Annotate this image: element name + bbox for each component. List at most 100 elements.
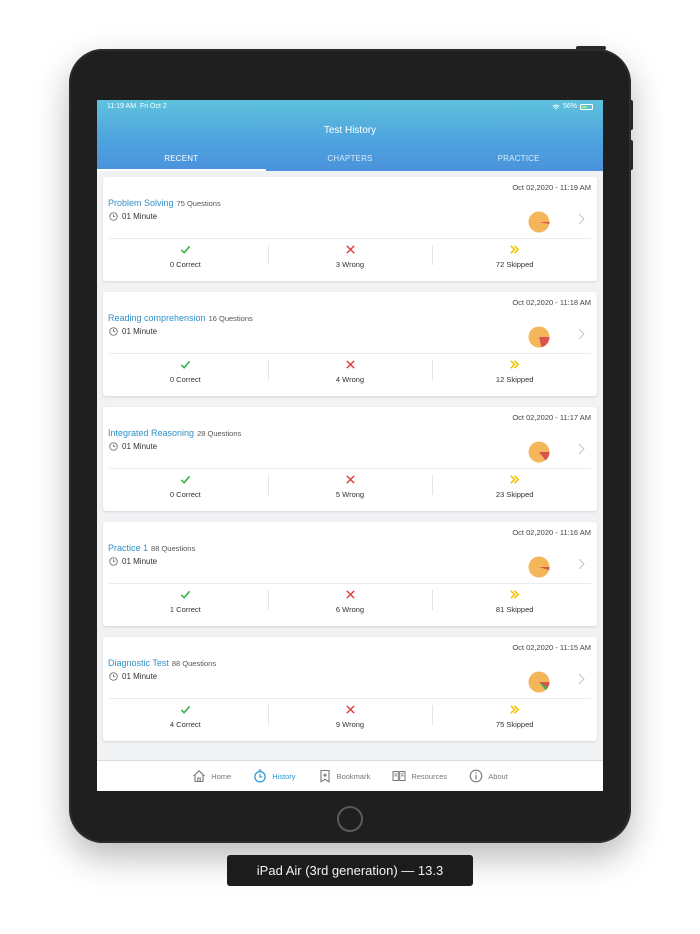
- clock-icon: [109, 327, 118, 336]
- card-duration: 01 Minute: [109, 442, 157, 451]
- wrong-count: 6 Wrong: [335, 605, 365, 614]
- cross-icon: [345, 245, 355, 254]
- result-stats: 0 Correct 4 Wrong 12 Skipped: [103, 354, 597, 396]
- question-count: 16 Questions: [208, 314, 253, 323]
- tab-practice[interactable]: PRACTICE: [434, 152, 603, 171]
- top-tabs: RECENT CHAPTERS PRACTICE: [97, 152, 603, 171]
- tab-bar-resources-label: Resources: [411, 771, 448, 781]
- history-card[interactable]: Oct 02,2020 - 11:16 AM Practice 1 88 Ques…: [103, 522, 597, 626]
- history-card[interactable]: Oct 02,2020 - 11:17 AM Integrated Reason…: [103, 407, 597, 511]
- battery-percent: 56%: [562, 103, 577, 110]
- correct-count: 1 Correct: [169, 605, 201, 614]
- double-chevron-icon: [510, 360, 520, 369]
- result-pie-chart-icon: [528, 441, 550, 463]
- status-bar-left: 11:19 AM Fri Oct 2: [107, 103, 167, 110]
- card-datetime: Oct 02,2020 - 11:17 AM: [512, 413, 591, 422]
- app-header: 11:19 AM Fri Oct 2 56% Test History RECE…: [97, 100, 603, 171]
- chevron-right-icon[interactable]: [577, 558, 585, 570]
- result-stats: 1 Correct 6 Wrong 81 Skipped: [103, 584, 597, 626]
- status-time: 11:19 AM: [107, 103, 137, 110]
- status-date: Fri Oct 2: [139, 103, 167, 110]
- stat-wrong: 4 Wrong: [267, 354, 433, 396]
- stat-skipped: 12 Skipped: [432, 354, 597, 396]
- card-title-row: Practice 1 88 Questions: [108, 543, 195, 553]
- result-stats: 4 Correct 9 Wrong 75 Skipped: [103, 699, 597, 741]
- card-datetime: Oct 02,2020 - 11:15 AM: [512, 643, 591, 652]
- tab-bar-about[interactable]: About: [469, 761, 508, 791]
- cross-icon: [345, 360, 355, 369]
- stat-wrong: 9 Wrong: [267, 699, 433, 741]
- history-icon: [254, 769, 267, 783]
- wrong-count: 4 Wrong: [335, 375, 365, 384]
- result-stats: 0 Correct 5 Wrong 23 Skipped: [103, 469, 597, 511]
- page-title: Test History: [323, 125, 377, 136]
- card-datetime: Oct 02,2020 - 11:19 AM: [512, 183, 591, 192]
- skipped-count: 12 Skipped: [495, 375, 534, 384]
- wrong-count: 3 Wrong: [335, 260, 365, 269]
- stat-correct: 0 Correct: [103, 354, 268, 396]
- device-caption: iPad Air (3rd generation) — 13.3: [227, 855, 473, 886]
- stat-correct: 0 Correct: [103, 239, 268, 281]
- tab-bar-history-label: History: [272, 771, 296, 781]
- tab-bar-resources[interactable]: Resources: [392, 761, 447, 791]
- stat-wrong: 6 Wrong: [267, 584, 433, 626]
- card-datetime: Oct 02,2020 - 11:18 AM: [512, 298, 591, 307]
- result-pie-chart-icon: [528, 671, 550, 693]
- tab-bar-history[interactable]: History: [253, 761, 296, 791]
- history-card[interactable]: Oct 02,2020 - 11:18 AM Reading comprehen…: [103, 292, 597, 396]
- double-chevron-icon: [510, 245, 520, 254]
- chevron-right-icon[interactable]: [577, 673, 585, 685]
- question-count: 88 Questions: [171, 659, 217, 668]
- home-icon: [193, 770, 206, 783]
- result-pie-chart-icon: [528, 326, 550, 348]
- correct-count: 0 Correct: [169, 260, 201, 269]
- card-title-row: Diagnostic Test 88 Questions: [108, 658, 216, 668]
- wrong-count: 5 Wrong: [335, 490, 365, 499]
- about-icon: [469, 769, 483, 783]
- result-pie-chart-icon: [528, 211, 550, 233]
- result-pie-chart-icon: [528, 556, 550, 578]
- checkmark-icon: [180, 705, 191, 714]
- duration-text: 01 Minute: [122, 212, 158, 221]
- tab-recent[interactable]: RECENT: [97, 152, 266, 171]
- battery-icon: [580, 103, 593, 110]
- card-title-row: Problem Solving 75 Questions: [108, 198, 221, 208]
- clock-icon: [109, 212, 118, 221]
- tab-chapters[interactable]: CHAPTERS: [266, 152, 435, 171]
- clock-icon: [109, 442, 118, 451]
- chevron-right-icon[interactable]: [577, 328, 585, 340]
- double-chevron-icon: [510, 475, 520, 484]
- checkmark-icon: [180, 360, 191, 369]
- correct-count: 0 Correct: [169, 490, 201, 499]
- question-count: 75 Questions: [176, 199, 221, 208]
- tab-bar-home[interactable]: Home: [192, 761, 231, 791]
- chevron-right-icon[interactable]: [577, 443, 585, 455]
- stat-correct: 0 Correct: [103, 469, 268, 511]
- test-name: Practice 1: [108, 543, 149, 553]
- bookmark-icon: [320, 769, 330, 783]
- tab-bar-bookmark-label: Bookmark: [336, 771, 371, 781]
- skipped-count: 75 Skipped: [495, 720, 534, 729]
- stage: 11:19 AM Fri Oct 2 56% Test History RECE…: [0, 0, 700, 934]
- chevron-right-icon[interactable]: [577, 213, 585, 225]
- tab-bar-home-label: Home: [211, 771, 232, 781]
- test-name: Problem Solving: [108, 198, 174, 208]
- status-bar-right: 56%: [552, 103, 593, 110]
- clock-icon: [109, 672, 118, 681]
- double-chevron-icon: [510, 705, 520, 714]
- checkmark-icon: [180, 590, 191, 599]
- tab-bar-bookmark[interactable]: Bookmark: [318, 761, 371, 791]
- cross-icon: [345, 475, 355, 484]
- stat-skipped: 75 Skipped: [432, 699, 597, 741]
- tab-bar-about-label: About: [488, 771, 508, 781]
- card-duration: 01 Minute: [109, 557, 157, 566]
- duration-text: 01 Minute: [122, 442, 158, 451]
- wrong-count: 9 Wrong: [335, 720, 365, 729]
- history-card[interactable]: Oct 02,2020 - 11:19 AM Problem Solving 75…: [103, 177, 597, 281]
- stat-wrong: 5 Wrong: [267, 469, 433, 511]
- cross-icon: [345, 705, 355, 714]
- duration-text: 01 Minute: [122, 327, 158, 336]
- checkmark-icon: [180, 475, 191, 484]
- correct-count: 4 Correct: [169, 720, 201, 729]
- history-card[interactable]: Oct 02,2020 - 11:15 AM Diagnostic Test 88…: [103, 637, 597, 741]
